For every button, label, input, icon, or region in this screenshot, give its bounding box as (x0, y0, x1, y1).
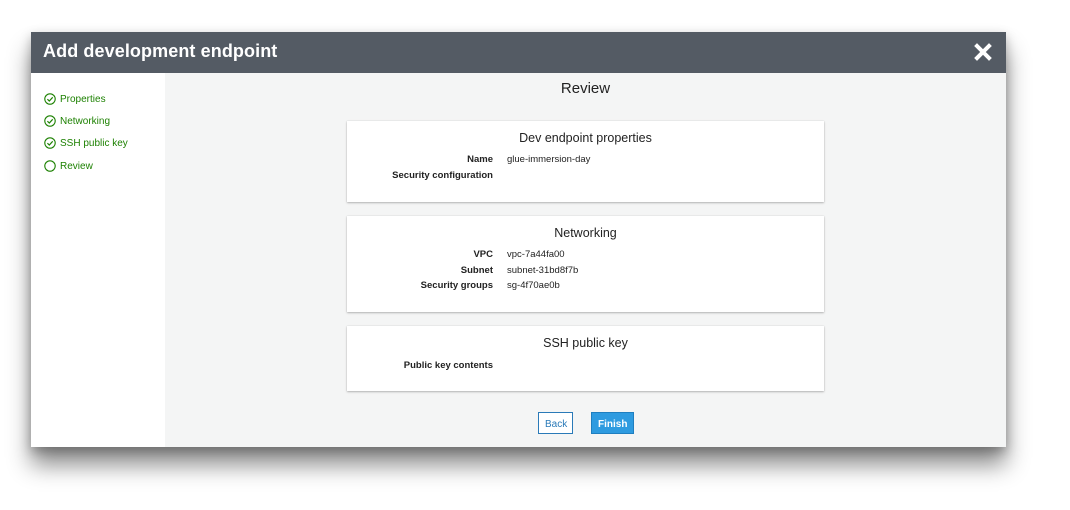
public-key-row: Public key contents (347, 360, 824, 373)
dialog-header: Add development endpoint (31, 32, 1006, 73)
wizard-steps-sidebar: Properties Networking SSH public key Rev… (31, 73, 165, 447)
name-value: glue-immersion-day (507, 154, 591, 165)
vpc-label: VPC (473, 249, 493, 260)
security-groups-row: Security groups sg-4f70ae0b (347, 280, 824, 293)
vpc-value: vpc-7a44fa00 (507, 249, 565, 260)
public-key-label: Public key contents (403, 360, 493, 371)
subnet-label: Subnet (460, 265, 493, 276)
page-title: Review (560, 80, 611, 97)
add-dev-endpoint-dialog: Add development endpoint Properties Netw… (31, 32, 1006, 447)
security-configuration-row: Security configuration (347, 170, 824, 183)
check-circle-icon (44, 93, 56, 105)
properties-card: Dev endpoint properties Name glue-immers… (347, 121, 824, 202)
name-row: Name glue-immersion-day (347, 154, 824, 167)
subnet-value: subnet-31bd8f7b (507, 265, 579, 276)
name-label: Name (467, 154, 493, 165)
subnet-row: Subnet subnet-31bd8f7b (347, 265, 824, 278)
step-ssh-public-key[interactable]: SSH public key (44, 135, 128, 151)
step-networking[interactable]: Networking (44, 113, 110, 129)
networking-card: Networking VPC vpc-7a44fa00 Subnet subne… (347, 216, 824, 312)
security-configuration-label: Security configuration (392, 170, 493, 181)
back-button[interactable]: Back (538, 412, 573, 434)
step-properties[interactable]: Properties (44, 91, 106, 107)
empty-circle-icon (44, 160, 56, 172)
check-circle-icon (44, 115, 56, 127)
finish-button[interactable]: Finish (591, 412, 634, 434)
card-title: SSH public key (543, 336, 628, 350)
ssh-public-key-card: SSH public key Public key contents (347, 326, 824, 391)
step-label: Networking (60, 115, 111, 127)
card-title: Dev endpoint properties (519, 131, 652, 145)
step-label: SSH public key (60, 137, 128, 149)
close-icon[interactable] (973, 42, 993, 62)
step-review[interactable]: Review (44, 158, 93, 174)
card-title: Networking (554, 226, 617, 240)
step-label: Review (60, 160, 93, 172)
security-groups-label: Security groups (420, 280, 493, 291)
check-circle-icon (44, 137, 56, 149)
step-label: Properties (60, 93, 106, 105)
dialog-title: Add development endpoint (43, 41, 278, 61)
security-groups-value: sg-4f70ae0b (507, 280, 560, 291)
vpc-row: VPC vpc-7a44fa00 (347, 249, 824, 262)
